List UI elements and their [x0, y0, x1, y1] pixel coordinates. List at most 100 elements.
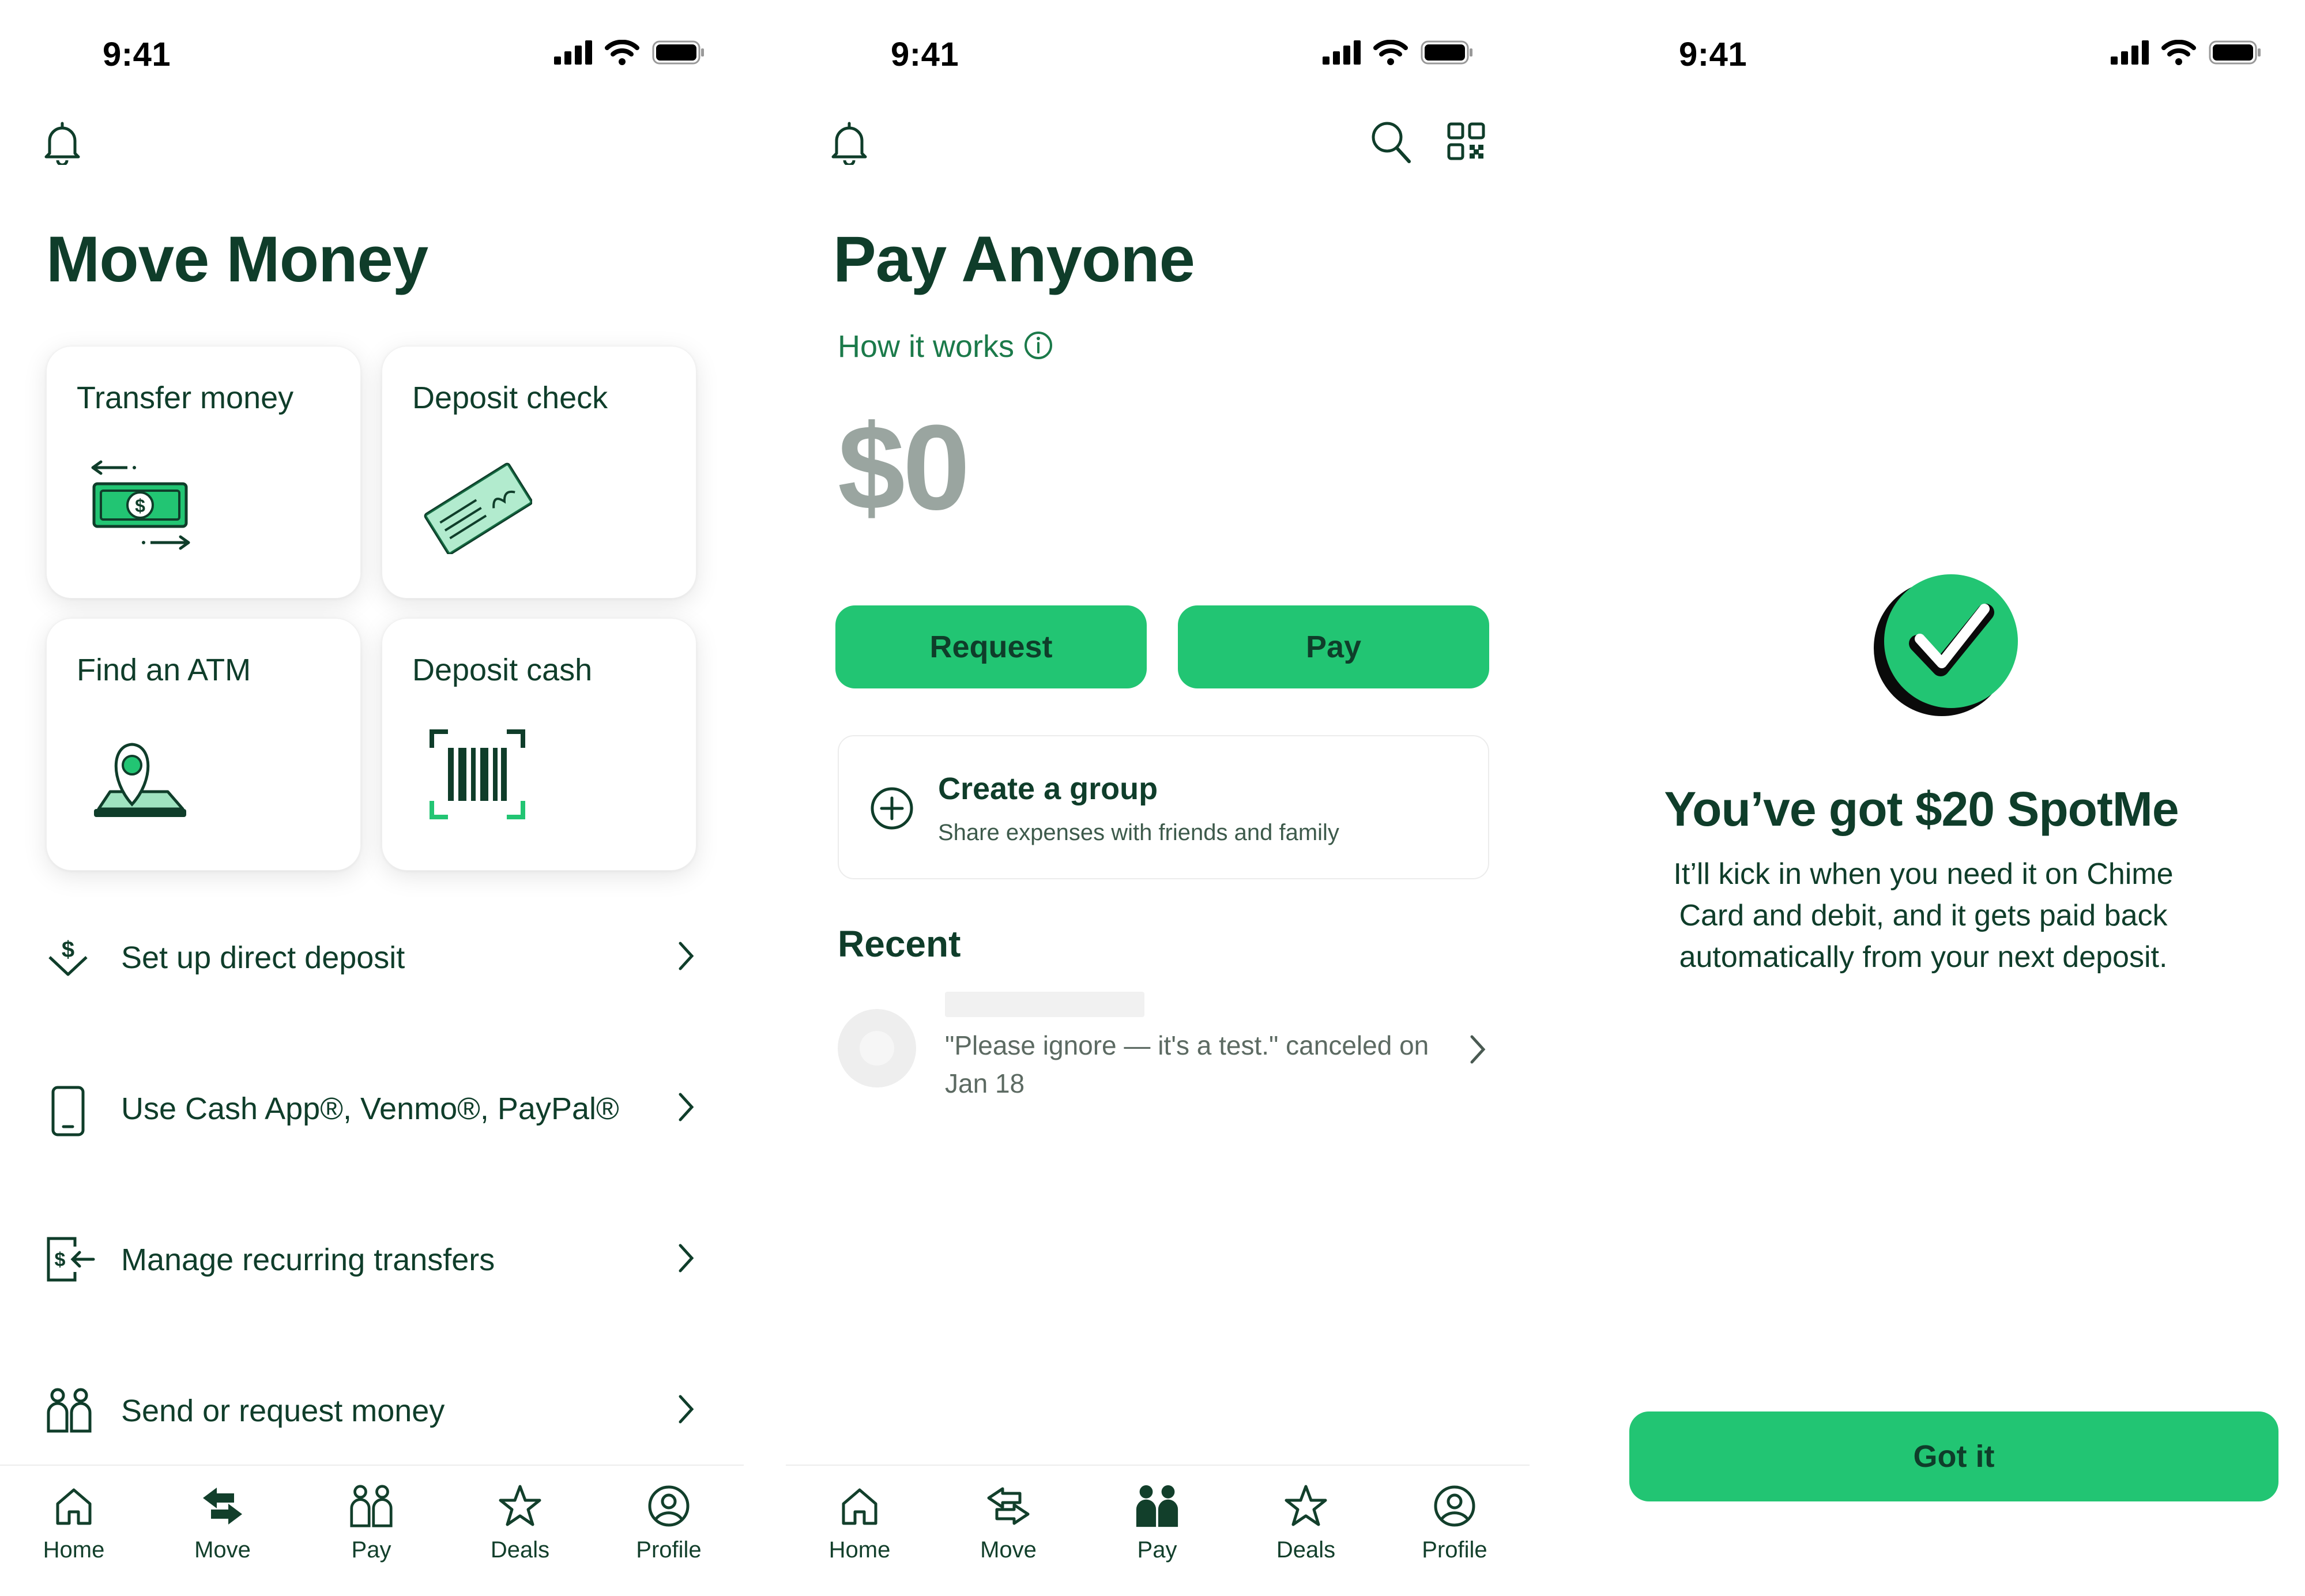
tile-label: Transfer money	[77, 381, 294, 415]
chevron-right-icon	[675, 1393, 698, 1428]
recent-heading: Recent	[838, 923, 961, 965]
status-icons	[554, 40, 705, 65]
tab-bar: Home Move Pay Deals Profile	[0, 1465, 744, 1596]
tab-deals[interactable]: Deals	[462, 1477, 578, 1563]
tile-transfer-money[interactable]: Transfer money $	[46, 346, 361, 598]
tab-profile[interactable]: Profile	[1397, 1477, 1512, 1563]
status-bar: 9:41	[0, 32, 769, 78]
cash-transfer-illustration: $	[81, 456, 197, 557]
chevron-right-icon	[675, 1091, 698, 1126]
home-icon	[802, 1477, 917, 1535]
list-item-direct-deposit[interactable]: $ Set up direct deposit	[46, 923, 698, 992]
row-label: Send or request money	[121, 1394, 445, 1428]
home-icon	[16, 1477, 131, 1535]
tab-deals[interactable]: Deals	[1248, 1477, 1364, 1563]
request-button[interactable]: Request	[835, 605, 1147, 688]
wifi-icon	[605, 40, 639, 65]
pay-icon	[314, 1477, 429, 1535]
tab-label: Home	[828, 1537, 891, 1563]
phone-icon	[46, 1085, 90, 1140]
barcode-scan-illustration	[428, 728, 526, 823]
tile-find-atm[interactable]: Find an ATM	[46, 618, 361, 871]
battery-icon	[652, 40, 704, 65]
star-icon	[1248, 1477, 1364, 1535]
pay-icon	[1099, 1477, 1215, 1535]
status-icons	[2111, 40, 2262, 65]
spotme-title: You’ve got $20 SpotMe	[1664, 782, 2179, 836]
signal-icon	[2111, 40, 2149, 65]
profile-icon	[611, 1477, 726, 1535]
recent-list-item[interactable]: "Please ignore — it's a test." canceled …	[838, 992, 1489, 1124]
recent-item-text: "Please ignore — it's a test." canceled …	[945, 1030, 1429, 1098]
move-icon	[951, 1477, 1066, 1535]
status-time: 9:41	[1679, 36, 1747, 73]
tab-label: Profile	[1422, 1537, 1487, 1563]
list-item-recurring-transfers[interactable]: $ Manage recurring transfers	[46, 1225, 698, 1294]
tab-pay[interactable]: Pay	[1099, 1477, 1215, 1563]
battery-icon	[1421, 40, 1472, 65]
bell-icon[interactable]	[831, 121, 868, 168]
tab-label: Move	[980, 1537, 1037, 1563]
bell-icon[interactable]	[44, 121, 81, 168]
amount-display[interactable]: $0	[838, 398, 970, 537]
tab-label: Home	[43, 1537, 105, 1563]
tab-home[interactable]: Home	[16, 1477, 131, 1563]
create-group-subtitle: Share expenses with friends and family	[938, 820, 1339, 845]
pay-button[interactable]: Pay	[1178, 605, 1489, 688]
tile-deposit-check[interactable]: Deposit check	[382, 346, 696, 598]
chevron-right-icon	[1466, 1033, 1489, 1068]
qr-code-icon[interactable]	[1447, 122, 1485, 163]
create-group-card[interactable]: Create a group Share expenses with frien…	[838, 735, 1489, 879]
check-illustration	[417, 456, 533, 557]
status-bar: 9:41	[769, 32, 1537, 78]
search-icon[interactable]	[1370, 120, 1411, 167]
row-label: Manage recurring transfers	[121, 1243, 495, 1277]
tab-pay[interactable]: Pay	[314, 1477, 429, 1563]
how-it-works-link[interactable]: How it works	[838, 329, 1053, 364]
checkmark-success-icon	[1873, 571, 2022, 724]
svg-text:$: $	[62, 937, 74, 962]
tile-label: Deposit check	[412, 381, 608, 415]
list-item-cash-app[interactable]: Use Cash App®, Venmo®, PayPal®	[46, 1074, 698, 1143]
tab-label: Deals	[1276, 1537, 1336, 1563]
row-label: Use Cash App®, Venmo®, PayPal®	[121, 1091, 619, 1126]
tab-label: Pay	[351, 1537, 391, 1563]
avatar	[838, 1009, 916, 1087]
tab-label: Pay	[1137, 1537, 1177, 1563]
tab-label: Profile	[636, 1537, 702, 1563]
list-item-send-request[interactable]: Send or request money	[46, 1376, 698, 1445]
plus-circle-icon	[869, 785, 915, 834]
create-group-title: Create a group	[938, 771, 1158, 806]
chevron-right-icon	[675, 940, 698, 975]
move-money-screen: 9:41 Move Money Transfer money $ Deposit…	[0, 0, 769, 1596]
status-time: 9:41	[891, 36, 959, 73]
spotme-screen: 9:41 You’ve got $20 SpotMe It’ll kick in…	[1537, 0, 2305, 1596]
tab-label: Deals	[490, 1537, 550, 1563]
page-title: Move Money	[46, 223, 428, 295]
spotme-description: It’ll kick in when you need it on Chime …	[1673, 857, 2174, 974]
tab-profile[interactable]: Profile	[611, 1477, 726, 1563]
status-icons	[1323, 40, 1474, 65]
svg-text:$: $	[55, 1249, 66, 1271]
pay-anyone-screen: 9:41 Pay Anyone How it works $0 Request …	[769, 0, 1537, 1596]
wifi-icon	[2161, 40, 2196, 65]
star-icon	[462, 1477, 578, 1535]
tab-label: Move	[194, 1537, 251, 1563]
direct-deposit-icon: $	[46, 934, 90, 981]
battery-icon	[2209, 40, 2261, 65]
recurring-transfer-icon: $	[46, 1236, 96, 1285]
tile-label: Find an ATM	[77, 653, 251, 687]
profile-icon	[1397, 1477, 1512, 1535]
tab-move[interactable]: Move	[951, 1477, 1066, 1563]
people-icon	[46, 1387, 92, 1436]
tab-bar: Home Move Pay Deals Profile	[786, 1465, 1530, 1596]
tab-home[interactable]: Home	[802, 1477, 917, 1563]
signal-icon	[554, 40, 592, 65]
tab-move[interactable]: Move	[165, 1477, 280, 1563]
how-it-works-label: How it works	[838, 329, 1015, 364]
tile-label: Deposit cash	[412, 653, 593, 687]
got-it-button[interactable]: Got it	[1629, 1411, 2278, 1501]
wifi-icon	[1373, 40, 1408, 65]
tile-deposit-cash[interactable]: Deposit cash	[382, 618, 696, 871]
status-bar: 9:41	[1537, 32, 2305, 78]
